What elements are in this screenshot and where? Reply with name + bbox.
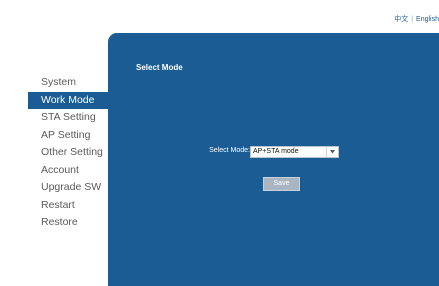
language-switcher: 中文 | English	[394, 14, 439, 24]
chevron-down-icon[interactable]	[326, 147, 338, 157]
sidebar-item-restart[interactable]: Restart	[0, 197, 108, 215]
select-mode-value: AP+STA mode	[253, 148, 299, 155]
sidebar-nav: System Work Mode STA Setting AP Setting …	[0, 74, 108, 232]
sidebar-item-account[interactable]: Account	[0, 162, 108, 180]
language-english-link[interactable]: English	[416, 16, 439, 23]
select-mode-label: Select Mode:	[209, 147, 250, 154]
select-mode-dropdown[interactable]: AP+STA mode	[250, 146, 339, 158]
sidebar-item-upgrade-sw[interactable]: Upgrade SW	[0, 179, 108, 197]
sidebar-item-system[interactable]: System	[0, 74, 108, 92]
page-title: Select Mode	[136, 63, 183, 72]
sidebar-item-work-mode[interactable]: Work Mode	[28, 91, 108, 109]
language-separator: |	[411, 16, 414, 23]
sidebar-item-ap-setting[interactable]: AP Setting	[0, 127, 108, 145]
select-mode-row: Select Mode: AP+STA mode	[108, 146, 439, 158]
content-panel: Select Mode Select Mode: AP+STA mode Sav…	[108, 33, 439, 286]
sidebar-item-restore[interactable]: Restore	[0, 214, 108, 232]
save-button[interactable]: Save	[263, 177, 300, 191]
sidebar-item-other-setting[interactable]: Other Setting	[0, 144, 108, 162]
sidebar-item-sta-setting[interactable]: STA Setting	[0, 109, 108, 127]
page: 中文 | English System Work Mode STA Setting …	[0, 0, 439, 286]
language-chinese-link[interactable]: 中文	[394, 16, 408, 23]
